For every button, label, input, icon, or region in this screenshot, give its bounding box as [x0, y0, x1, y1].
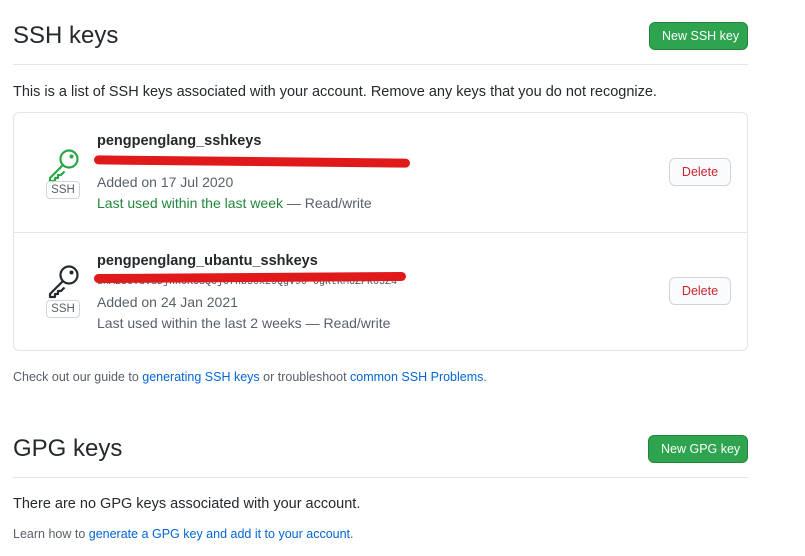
ssh-guide-text: Check out our guide to generating SSH ke…: [13, 368, 487, 386]
ssh-key-title: pengpenglang_sshkeys: [97, 133, 262, 149]
gpg-section-header: GPG keys New GPG key: [13, 426, 748, 478]
ssh-key-details: pengpenglang_sshkeys SHA256:tt.hi0.SD.OM…: [93, 132, 617, 214]
ssh-key-fingerprint: SHA256:dvSDjhx0K6SQcjcfhb50x29Qgv90-OgRt…: [93, 271, 617, 290]
ssh-key-details: pengpenglang_ubantu_sshkeys SHA256:dvSDj…: [93, 252, 617, 334]
key-icon: [48, 265, 79, 299]
new-gpg-key-button[interactable]: New GPG key: [648, 434, 748, 463]
key-icon: [48, 149, 79, 183]
ssh-key-usage: Last used within the last week — Read/wr…: [97, 193, 617, 214]
gpg-empty-text: There are no GPG keys associated with yo…: [13, 496, 361, 512]
learn-prefix: Learn how to: [13, 527, 89, 541]
ssh-key-access: — Read/write: [305, 315, 391, 331]
ssh-key-item: SSH pengpenglang_sshkeys SHA256:tt.hi0.S…: [14, 113, 747, 232]
ssh-key-last-used: Last used within the last 2 weeks: [97, 315, 302, 331]
ssh-key-added-date: Added on 24 Jan 2021: [97, 294, 238, 310]
delete-ssh-key-button[interactable]: Delete: [669, 277, 731, 305]
gpg-learn-text: Learn how to generate a GPG key and add …: [13, 525, 354, 543]
ssh-key-added-date: Added on 17 Jul 2020: [97, 174, 234, 190]
ssh-type-badge: SSH: [46, 300, 80, 318]
ssh-key-fingerprint: SHA256:tt.hi0.SD.OMW.ITN.CH..ZDW...: [93, 155, 617, 170]
ssh-type-badge: SSH: [46, 181, 80, 199]
ssh-key-title: pengpenglang_ubantu_sshkeys: [97, 253, 318, 269]
ssh-key-list: SSH pengpenglang_sshkeys SHA256:tt.hi0.S…: [13, 112, 748, 351]
ssh-section-header: SSH keys New SSH key: [13, 14, 748, 65]
new-ssh-key-button[interactable]: New SSH key: [649, 22, 748, 50]
ssh-key-last-used: Last used within the last week: [97, 195, 283, 211]
gpg-section-title: GPG keys: [13, 434, 123, 462]
guide-prefix: Check out our guide to: [13, 370, 143, 384]
delete-ssh-key-button[interactable]: Delete: [669, 158, 731, 186]
generate-gpg-key-link[interactable]: generate a GPG key and add it to your ac…: [89, 527, 350, 541]
ssh-key-access: — Read/write: [286, 195, 372, 211]
guide-suffix: .: [483, 370, 487, 384]
ssh-key-item: SSH pengpenglang_ubantu_sshkeys SHA256:d…: [14, 232, 747, 351]
ssh-intro-text: This is a list of SSH keys associated wi…: [13, 84, 657, 100]
common-ssh-problems-link[interactable]: common SSH Problems: [350, 370, 483, 384]
ssh-key-usage: Last used within the last 2 weeks — Read…: [97, 313, 617, 334]
ssh-section-title: SSH keys: [13, 22, 119, 49]
guide-middle: or troubleshoot: [259, 370, 351, 384]
learn-suffix: .: [350, 527, 354, 541]
generating-ssh-keys-link[interactable]: generating SSH keys: [142, 370, 259, 384]
